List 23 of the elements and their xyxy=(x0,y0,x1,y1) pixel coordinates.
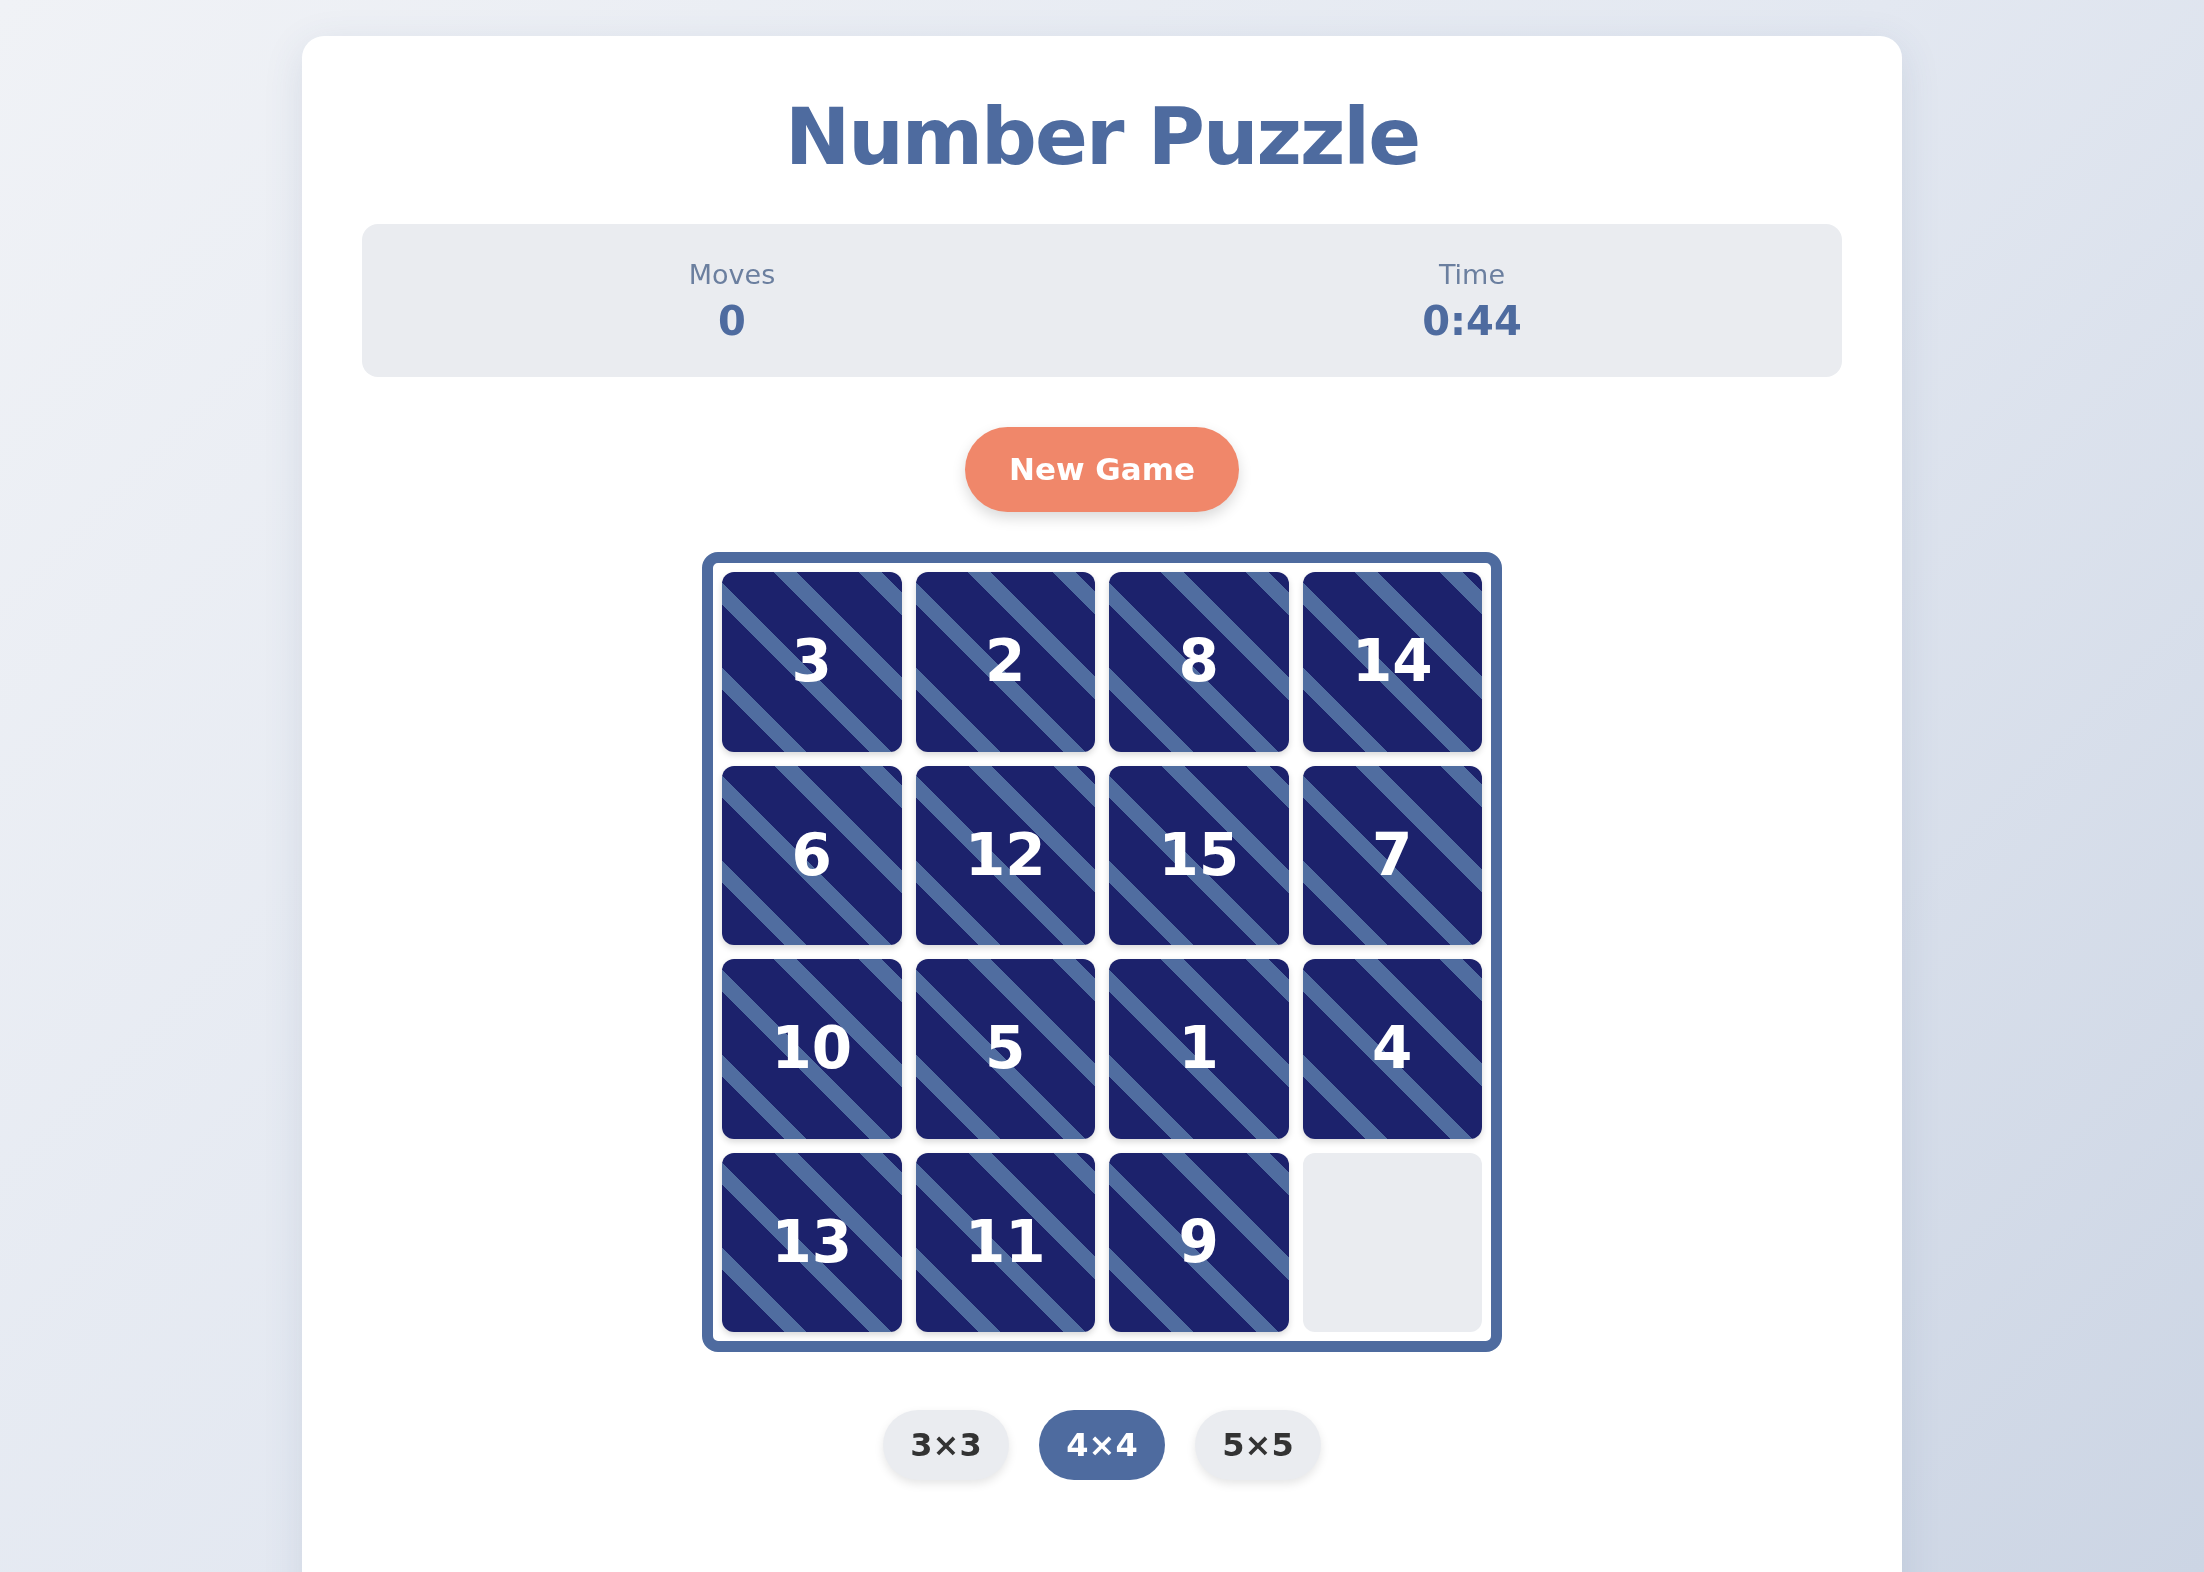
puzzle-tile[interactable]: 9 xyxy=(1109,1152,1289,1332)
size-option-button[interactable]: 5×5 xyxy=(1195,1410,1321,1480)
puzzle-tile[interactable]: 14 xyxy=(1302,572,1482,752)
stat-value: 0 xyxy=(718,296,746,346)
puzzle-tile[interactable]: 1 xyxy=(1109,959,1289,1139)
puzzle-tile[interactable]: 2 xyxy=(915,572,1095,752)
puzzle-tile[interactable]: 10 xyxy=(722,959,902,1139)
page-title: Number Puzzle xyxy=(784,98,1420,176)
stat-label: Time xyxy=(1438,258,1506,293)
puzzle-tile[interactable]: 11 xyxy=(915,1152,1095,1332)
puzzle-tile[interactable]: 6 xyxy=(722,765,902,945)
puzzle-tile[interactable]: 8 xyxy=(1109,572,1289,752)
puzzle-tile[interactable]: 7 xyxy=(1302,765,1482,945)
puzzle-tile[interactable]: 13 xyxy=(722,1152,902,1332)
puzzle-tile[interactable]: 12 xyxy=(915,765,1095,945)
puzzle-tile[interactable]: 4 xyxy=(1302,959,1482,1139)
stat-label: Moves xyxy=(688,258,776,293)
size-option-button[interactable]: 3×3 xyxy=(883,1410,1009,1480)
puzzle-tile[interactable]: 15 xyxy=(1109,765,1289,945)
stat-value: 0:44 xyxy=(1422,296,1522,346)
puzzle-tile[interactable]: 5 xyxy=(915,959,1095,1139)
size-option-button[interactable]: 4×4 xyxy=(1039,1410,1165,1480)
puzzle-tile[interactable]: 3 xyxy=(722,572,902,752)
